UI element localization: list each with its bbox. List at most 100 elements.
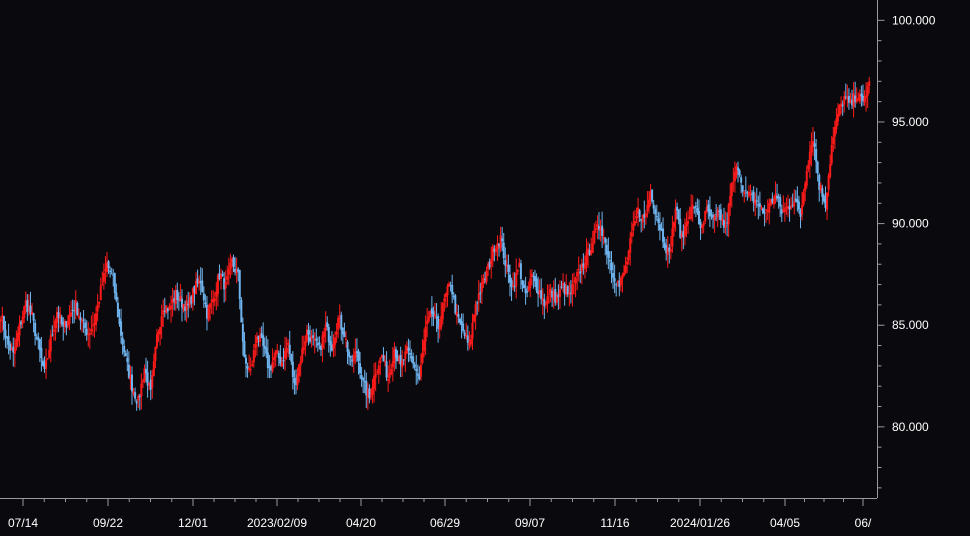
candle-up	[512, 285, 515, 287]
candle-up	[591, 243, 594, 253]
candle-down	[763, 212, 766, 214]
candle-down	[79, 317, 82, 321]
candle-up	[630, 232, 633, 238]
candle-down	[407, 347, 410, 351]
candle-down	[113, 273, 116, 293]
candle-down	[608, 260, 611, 262]
candle-down	[84, 322, 87, 329]
candle-down	[115, 292, 118, 301]
candle-up	[446, 286, 449, 296]
candle-up	[170, 305, 173, 309]
candle-up	[96, 304, 99, 312]
candle-down	[654, 208, 657, 215]
candle-down	[34, 322, 37, 336]
x-tick-label: 11/16	[600, 516, 629, 530]
candle-down	[479, 292, 482, 294]
candle-down	[502, 242, 505, 259]
candle-up	[301, 348, 304, 362]
candle-down	[708, 209, 711, 217]
x-tick-label: 06/	[855, 516, 872, 530]
candle-down	[755, 200, 758, 202]
candle-down	[412, 356, 415, 364]
candle-down	[326, 322, 329, 327]
candle-up	[626, 261, 629, 265]
candle-up	[140, 383, 143, 397]
candle-up	[160, 316, 163, 327]
candle-up	[477, 293, 480, 300]
candle-down	[741, 185, 744, 192]
candle-up	[23, 306, 26, 318]
candle-up	[583, 264, 586, 269]
y-tick-label: 90.000	[892, 217, 929, 231]
candle-up	[70, 312, 73, 317]
candle-up	[45, 360, 48, 369]
candle-up	[838, 105, 841, 117]
candle-down	[413, 364, 416, 368]
candle-up	[760, 207, 763, 209]
candle-down	[315, 338, 318, 341]
candle-up	[529, 278, 532, 289]
candle-down	[340, 314, 343, 330]
candle-up	[635, 216, 638, 219]
candle-up	[302, 347, 305, 351]
candle-down	[312, 335, 315, 338]
candle-down	[462, 323, 465, 331]
candle-down	[241, 324, 244, 342]
candle-up	[863, 97, 866, 103]
candle-up	[424, 326, 427, 342]
candle-down	[738, 170, 741, 176]
candle-down	[202, 293, 205, 301]
candle-up	[251, 364, 254, 367]
candlestick-chart: 80.000 85.000 90.000 95.000 100.000 07/14 09/…	[0, 0, 970, 536]
candle-up	[619, 278, 622, 286]
candle-down	[116, 302, 119, 318]
candle-up	[687, 221, 690, 224]
candle-up	[704, 210, 707, 222]
candle-up	[213, 298, 216, 302]
candle-down	[4, 329, 7, 338]
candle-down	[740, 177, 743, 183]
candle-down	[758, 203, 761, 207]
candle-down	[32, 313, 35, 321]
candle-down	[349, 355, 352, 358]
x-tick-group: 07/14 09/22 12/01 2023/02/09 04/20 06/29 09/07…	[8, 498, 872, 530]
candle-up	[374, 373, 377, 378]
candle-down	[110, 273, 113, 275]
candle-down	[612, 273, 615, 278]
candle-down	[359, 363, 362, 374]
candle-up	[866, 86, 869, 96]
candle-down	[134, 392, 137, 399]
candle-up	[207, 306, 210, 320]
candle-up	[594, 228, 597, 230]
candle-up	[671, 228, 674, 247]
candle-up	[624, 265, 627, 273]
candle-up	[868, 81, 871, 87]
candle-up	[765, 209, 768, 211]
candle-up	[805, 170, 808, 186]
candle-up	[826, 192, 829, 210]
candle-down	[560, 286, 563, 288]
candle-down	[610, 262, 613, 271]
candle-down	[238, 269, 241, 300]
candle-down	[615, 284, 618, 286]
candle-down	[221, 274, 224, 276]
candle-down	[318, 342, 321, 345]
candle-up	[387, 379, 390, 381]
candle-down	[841, 104, 844, 107]
candle-up	[830, 145, 833, 164]
candle-down	[523, 284, 526, 289]
candle-up	[95, 313, 98, 326]
candle-down	[176, 289, 179, 300]
candle-up	[622, 272, 625, 276]
candle-down	[540, 290, 543, 300]
candle-up	[729, 195, 732, 206]
candle-up	[90, 328, 93, 332]
candle-down	[543, 299, 546, 306]
candle-up	[321, 335, 324, 349]
candle-up	[101, 284, 104, 286]
candle-down	[797, 201, 800, 210]
candle-down	[130, 374, 133, 392]
candle-up	[273, 357, 276, 361]
candle-down	[744, 190, 747, 192]
candle-up	[220, 275, 223, 279]
